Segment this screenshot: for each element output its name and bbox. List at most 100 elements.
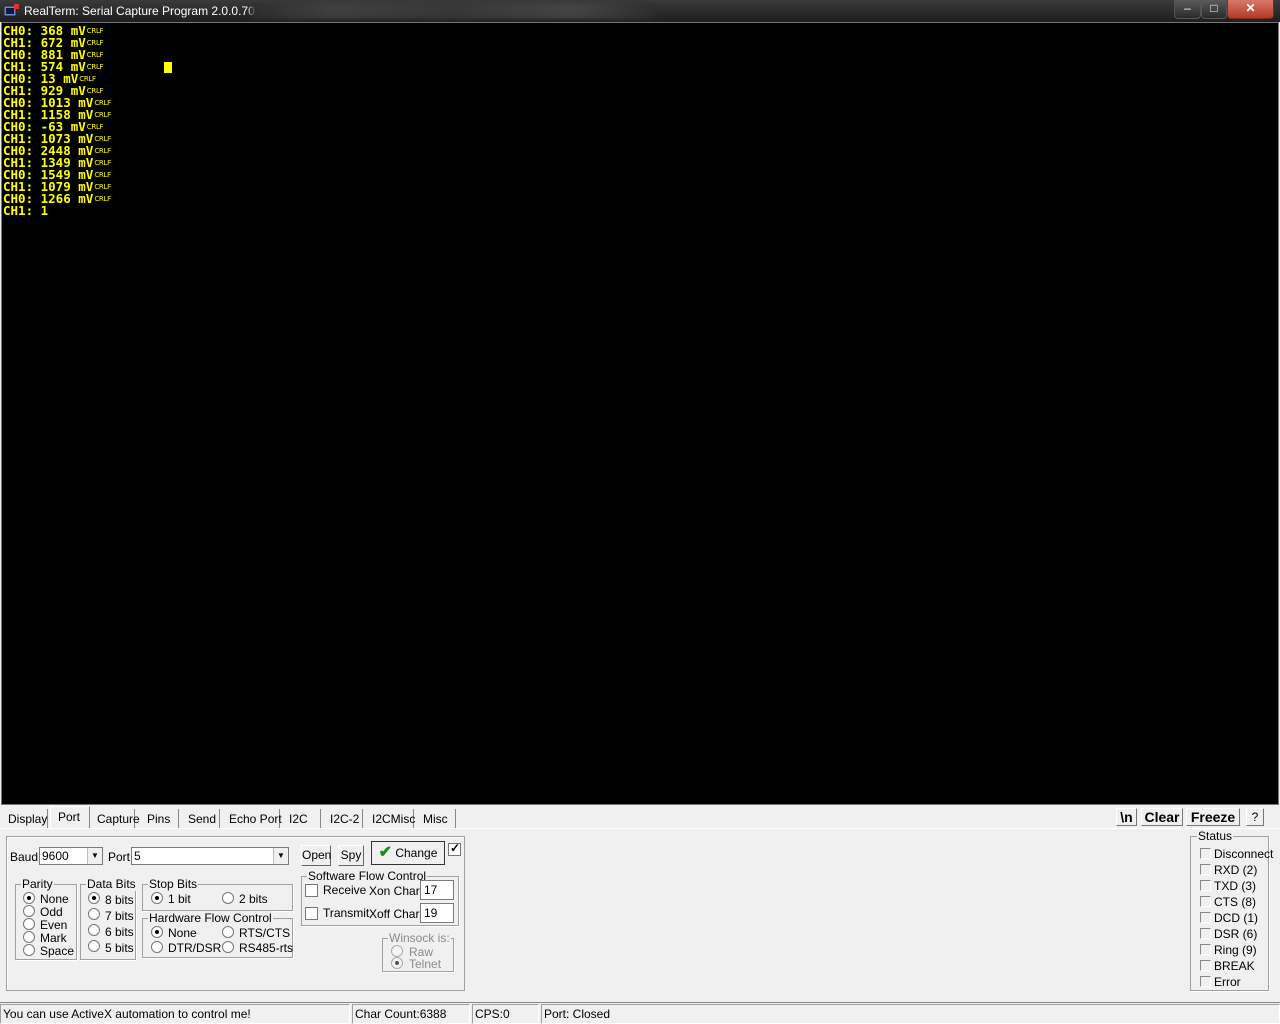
tab-misc[interactable]: Misc (416, 809, 456, 829)
winsock-telnet-radio[interactable] (391, 957, 403, 969)
change-button-label: Change (395, 846, 438, 860)
chevron-down-icon[interactable]: ▼ (273, 848, 288, 864)
baud-label: Baud (10, 850, 39, 864)
tab-port[interactable]: Port (50, 806, 90, 829)
help-button[interactable]: ? (1246, 808, 1264, 826)
tab-send[interactable]: Send (181, 809, 220, 829)
title-bar-blur (250, 3, 655, 19)
checkmark-icon: ✔ (378, 844, 392, 861)
hw-flow-none-label: None (168, 926, 197, 940)
tab-i2c[interactable]: I2C (282, 809, 321, 829)
status-message: You can use ActiveX automation to contro… (0, 1004, 350, 1024)
sw-flow-transmit-label: Transmit (323, 906, 370, 920)
status-led-txd-3 (1200, 880, 1211, 891)
sw-flow-transmit-checkbox[interactable] (305, 907, 318, 920)
change-checkbox[interactable] (448, 841, 461, 856)
parity-odd-label: Odd (40, 905, 63, 919)
open-button[interactable]: Open (301, 845, 331, 866)
parity-even-label: Even (40, 918, 68, 932)
status-label: CTS (8) (1214, 895, 1256, 909)
port-select[interactable]: 5 ▼ (131, 847, 289, 865)
xoff-char-input[interactable]: 19 (420, 903, 454, 923)
crlf-marker: CRLF (94, 99, 111, 107)
parity-odd-radio[interactable] (23, 905, 35, 917)
status-label: Error (1214, 975, 1241, 989)
baud-value: 9600 (42, 849, 69, 863)
hw-flow-dtr-dsr-radio[interactable] (151, 941, 163, 953)
tab-i2cmisc[interactable]: I2CMisc (365, 809, 415, 829)
data-bits-6-radio[interactable] (88, 924, 100, 936)
port-value: 5 (134, 849, 141, 863)
status-label: DCD (1) (1214, 911, 1258, 925)
hw-flow-rts-cts-radio[interactable] (222, 926, 234, 938)
tab-baseline (0, 828, 1280, 829)
data-bits-8-radio[interactable] (88, 892, 100, 904)
tab-capture[interactable]: Capture (90, 809, 140, 829)
terminal-line: CH1: 1 (3, 203, 111, 218)
software-flow-title: Software Flow Control (307, 869, 428, 883)
stop-bits-1-radio[interactable] (151, 892, 163, 904)
change-button[interactable]: ✔ Change (371, 841, 445, 865)
freeze-button[interactable]: Freeze (1186, 808, 1240, 826)
parity-mark-label: Mark (40, 931, 67, 945)
spy-button[interactable]: Spy (338, 845, 364, 866)
tab-echo-port[interactable]: Echo Port (222, 809, 282, 829)
crlf-marker: CRLF (86, 63, 104, 71)
crlf-marker: CRLF (86, 87, 104, 95)
parity-space-radio[interactable] (23, 944, 35, 956)
data-bits-6-label: 6 bits (105, 925, 134, 939)
status-label: RXD (2) (1214, 863, 1258, 877)
winsock-telnet-label: Telnet (409, 957, 442, 971)
port-settings-panel: Baud 9600 ▼ Port 5 ▼ Open Spy ✔ Change P… (6, 836, 465, 991)
terminal-display[interactable]: CH0: 368 mVCRLF CH1: 672 mVCRLF CH0: 881 m… (1, 22, 1279, 805)
parity-none-radio[interactable] (23, 892, 35, 904)
status-label: Disconnect (1214, 847, 1274, 861)
minimize-button[interactable]: – (1174, 0, 1201, 19)
data-bits-7-label: 7 bits (105, 909, 134, 923)
xon-char-input[interactable]: 17 (420, 880, 454, 900)
title-bar: RealTerm: Serial Capture Program 2.0.0.7… (0, 0, 1280, 22)
data-bits-5-radio[interactable] (88, 940, 100, 952)
xon-char-label: Xon Char: (369, 884, 424, 898)
status-label: DSR (6) (1214, 927, 1258, 941)
winsock-raw-radio[interactable] (391, 945, 403, 957)
baud-select[interactable]: 9600 ▼ (39, 847, 103, 865)
close-button[interactable]: ✕ (1227, 0, 1274, 19)
crlf-marker: CRLF (94, 195, 111, 203)
data-bits-8-label: 8 bits (105, 893, 134, 907)
clear-button[interactable]: Clear (1141, 808, 1183, 826)
crlf-marker: CRLF (94, 135, 111, 143)
crlf-marker: CRLF (94, 111, 111, 119)
terminal-line-text: CH1: 1 (3, 203, 49, 218)
tab-i2c-2[interactable]: I2C-2 (323, 809, 363, 829)
status-title: Status (1197, 829, 1234, 843)
realterm-app-icon (4, 4, 19, 17)
newline-button[interactable]: \n (1116, 808, 1137, 826)
hw-flow-dtr-dsr-label: DTR/DSR (168, 941, 222, 955)
tab-pins[interactable]: Pins (140, 809, 179, 829)
crlf-marker: CRLF (94, 171, 111, 179)
sw-flow-receive-label: Receive (323, 883, 367, 897)
status-label: TXD (3) (1214, 879, 1256, 893)
hw-flow-rts-cts-label: RTS/CTS (239, 926, 291, 940)
parity-mark-radio[interactable] (23, 931, 35, 943)
hw-flow-rs485-radio[interactable] (222, 941, 234, 953)
stop-bits-2-label: 2 bits (239, 892, 268, 906)
data-bits-5-label: 5 bits (105, 941, 134, 955)
maximize-button[interactable]: □ (1201, 0, 1227, 19)
crlf-marker: CRLF (79, 75, 96, 83)
status-led-ring-9 (1200, 944, 1211, 955)
stop-bits-group: Stop Bits (142, 877, 293, 911)
status-led-disconnect (1200, 848, 1211, 859)
chevron-down-icon[interactable]: ▼ (87, 848, 102, 864)
tab-display[interactable]: Display (1, 809, 48, 829)
hw-flow-none-radio[interactable] (151, 926, 163, 938)
winsock-title: Winsock is: (388, 931, 451, 945)
sw-flow-receive-checkbox[interactable] (305, 884, 318, 897)
hardware-flow-title: Hardware Flow Control (148, 911, 273, 925)
port-label: Port (108, 850, 131, 864)
stop-bits-2-radio[interactable] (222, 892, 234, 904)
data-bits-7-radio[interactable] (88, 908, 100, 920)
status-led-rxd-2 (1200, 864, 1211, 875)
parity-even-radio[interactable] (23, 918, 35, 930)
